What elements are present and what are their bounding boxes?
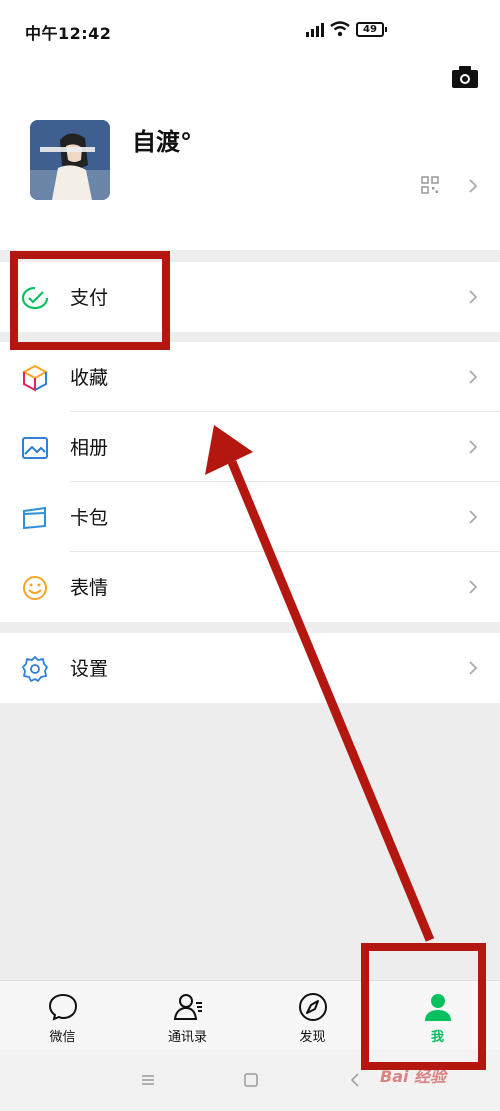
signal-icon	[306, 23, 324, 37]
pay-icon	[21, 286, 49, 310]
menu-label: 设置	[70, 658, 109, 680]
menu-label: 收藏	[70, 367, 109, 389]
wallet-card-icon	[23, 506, 46, 530]
tab-label: 通讯录	[167, 1030, 207, 1045]
watermark-text: Bai 经验	[380, 1067, 447, 1086]
menu-label: 表情	[70, 577, 109, 599]
chat-bubble-icon	[48, 993, 78, 1021]
tab-contacts[interactable]: 通讯录	[125, 981, 250, 1051]
tab-chats[interactable]: 微信	[0, 981, 125, 1051]
avatar[interactable]	[30, 120, 110, 200]
settings-section: 设置	[0, 633, 500, 703]
chevron-right-icon	[469, 370, 478, 384]
album-icon	[22, 437, 48, 459]
home-icon[interactable]	[243, 1072, 259, 1088]
profile-nickname: 自渡°	[132, 128, 192, 156]
menu-label: 相册	[70, 437, 109, 459]
tab-label: 微信	[49, 1030, 76, 1045]
qr-code-icon[interactable]	[421, 176, 439, 194]
tab-label: 我	[430, 1030, 444, 1045]
pay-section: 支付	[0, 262, 500, 332]
chevron-right-icon	[469, 290, 478, 304]
chevron-right-icon	[469, 440, 478, 454]
contacts-icon	[173, 994, 202, 1020]
camera-icon[interactable]	[452, 66, 478, 88]
menu-item-settings[interactable]: 设置	[0, 633, 500, 703]
status-time: 中午12:42	[25, 24, 112, 43]
wifi-icon	[330, 21, 350, 37]
tab-label: 发现	[299, 1030, 326, 1045]
status-bar: 中午12:42 49	[0, 0, 500, 60]
chevron-right-icon	[469, 510, 478, 524]
menu-label: 卡包	[70, 507, 109, 529]
bottom-tab-bar: 微信 通讯录 发现 我	[0, 980, 500, 1050]
person-icon	[425, 994, 451, 1021]
tab-me[interactable]: 我	[375, 981, 500, 1051]
menu-label: 支付	[70, 287, 109, 309]
chevron-right-icon	[469, 580, 478, 594]
profile-header[interactable]: 自渡°	[0, 60, 500, 250]
battery-level: 49	[363, 24, 377, 35]
menu-item-cards[interactable]: 卡包	[0, 482, 500, 552]
favorites-cube-icon	[21, 364, 49, 392]
chevron-right-icon	[469, 179, 478, 193]
gear-icon	[22, 656, 48, 682]
compass-icon	[299, 993, 327, 1021]
menu-item-favorites[interactable]: 收藏	[0, 342, 500, 412]
services-section: 收藏 相册 卡包 表情	[0, 342, 500, 622]
tab-discover[interactable]: 发现	[250, 981, 375, 1051]
chevron-right-icon	[469, 661, 478, 675]
battery-icon: 49	[356, 22, 387, 37]
menu-item-album[interactable]: 相册	[0, 412, 500, 482]
smiley-icon	[23, 576, 47, 600]
menu-item-pay[interactable]: 支付	[0, 262, 500, 332]
back-icon[interactable]	[347, 1072, 363, 1088]
menu-icon[interactable]	[140, 1072, 156, 1088]
menu-item-stickers[interactable]: 表情	[0, 552, 500, 622]
